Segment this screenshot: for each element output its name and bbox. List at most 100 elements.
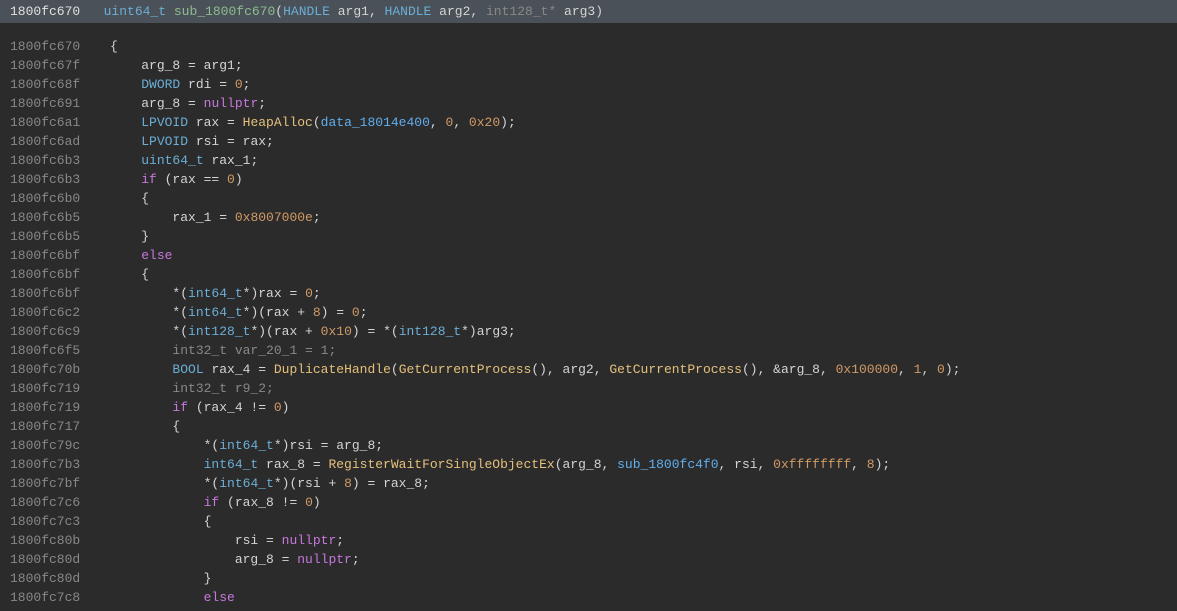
- token-var: rsi =: [235, 533, 282, 548]
- line-code: {: [100, 189, 149, 208]
- token-keyword: nullptr: [282, 533, 337, 548]
- token-var: ;: [360, 305, 368, 320]
- token-var: rax =: [188, 115, 243, 130]
- token-var: ): [282, 400, 290, 415]
- code-line[interactable]: 1800fc7b3 int64_t rax_8 = RegisterWaitFo…: [0, 455, 1177, 474]
- token-call: DuplicateHandle: [274, 362, 391, 377]
- param1-name: arg1: [338, 2, 369, 21]
- code-line[interactable]: 1800fc6f5 int32_t var_20_1 = 1;: [0, 341, 1177, 360]
- line-address: 1800fc80b: [0, 531, 100, 550]
- line-code: {: [100, 512, 211, 531]
- code-line[interactable]: 1800fc67f arg_8 = arg1;: [0, 56, 1177, 75]
- token-number: 0: [937, 362, 945, 377]
- line-address: 1800fc6a1: [0, 113, 100, 132]
- code-line[interactable]: 1800fc717 {: [0, 417, 1177, 436]
- code-line[interactable]: 1800fc80b rsi = nullptr;: [0, 531, 1177, 550]
- code-line[interactable]: 1800fc6bf *(int64_t*)rax = 0;: [0, 284, 1177, 303]
- token-var: (rax ==: [157, 172, 227, 187]
- line-address: 1800fc7bf: [0, 474, 100, 493]
- token-var: *(: [172, 286, 188, 301]
- code-line[interactable]: 1800fc6bf else: [0, 246, 1177, 265]
- line-code: }: [100, 227, 149, 246]
- param2-name: arg2: [439, 2, 470, 21]
- code-line[interactable]: 1800fc719 if (rax_4 != 0): [0, 398, 1177, 417]
- param3-name: arg3: [564, 2, 595, 21]
- code-line[interactable]: 1800fc70b BOOL rax_4 = DuplicateHandle(G…: [0, 360, 1177, 379]
- code-line[interactable]: 1800fc6c2 *(int64_t*)(rax + 8) = 0;: [0, 303, 1177, 322]
- code-line[interactable]: 1800fc719 int32_t r9_2;: [0, 379, 1177, 398]
- line-code: {: [100, 417, 180, 436]
- param3-type: int128_t: [486, 2, 548, 21]
- code-line[interactable]: 1800fc6c9 *(int128_t*)(rax + 0x10) = *(i…: [0, 322, 1177, 341]
- code-line[interactable]: 1800fc6b0 {: [0, 189, 1177, 208]
- code-line[interactable]: 1800fc7c8 else: [0, 588, 1177, 607]
- token-var: ): [313, 495, 321, 510]
- token-var: ,: [851, 457, 867, 472]
- token-var: ,: [453, 115, 469, 130]
- token-var: (rax_4 !=: [188, 400, 274, 415]
- line-code: rsi = nullptr;: [100, 531, 344, 550]
- line-code: int32_t var_20_1 = 1;: [100, 341, 336, 360]
- code-line[interactable]: 1800fc6ad LPVOID rsi = rax;: [0, 132, 1177, 151]
- code-line[interactable]: 1800fc7c3 {: [0, 512, 1177, 531]
- line-address: 1800fc80d: [0, 569, 100, 588]
- token-var: ;: [336, 533, 344, 548]
- token-var: (: [313, 115, 321, 130]
- code-line[interactable]: 1800fc68f DWORD rdi = 0;: [0, 75, 1177, 94]
- token-brace: {: [110, 39, 118, 54]
- token-var: (), arg2,: [531, 362, 609, 377]
- token-number: 0: [227, 172, 235, 187]
- token-var: *(: [204, 476, 220, 491]
- line-code: *(int128_t*)(rax + 0x10) = *(int128_t*)a…: [100, 322, 516, 341]
- token-var: arg_8 =: [141, 96, 203, 111]
- function-name[interactable]: sub_1800fc670: [174, 2, 275, 21]
- token-var: ): [235, 172, 243, 187]
- code-line[interactable]: 1800fc6b5 rax_1 = 0x8007000e;: [0, 208, 1177, 227]
- token-number: 0: [305, 495, 313, 510]
- token-var: (rax_8 !=: [219, 495, 305, 510]
- line-code: if (rax_4 != 0): [100, 398, 289, 417]
- token-var: ) = *(: [352, 324, 399, 339]
- code-line[interactable]: 1800fc691 arg_8 = nullptr;: [0, 94, 1177, 113]
- code-line[interactable]: 1800fc80d }: [0, 569, 1177, 588]
- code-line[interactable]: 1800fc7c6 if (rax_8 != 0): [0, 493, 1177, 512]
- code-line[interactable]: 1800fc6b3 uint64_t rax_1;: [0, 151, 1177, 170]
- token-var: , rsi,: [719, 457, 774, 472]
- line-address: 1800fc7c6: [0, 493, 100, 512]
- token-number: 0x10: [321, 324, 352, 339]
- code-line[interactable]: 1800fc79c *(int64_t*)rsi = arg_8;: [0, 436, 1177, 455]
- line-address: 1800fc6b3: [0, 170, 100, 189]
- line-address: 1800fc6c2: [0, 303, 100, 322]
- token-type: int64_t: [219, 476, 274, 491]
- line-code: {: [100, 265, 149, 284]
- token-type: int64_t: [188, 305, 243, 320]
- token-type: int64_t: [219, 438, 274, 453]
- token-var: rax_8 =: [258, 457, 328, 472]
- token-call: HeapAlloc: [243, 115, 313, 130]
- code-line[interactable]: 1800fc80d arg_8 = nullptr;: [0, 550, 1177, 569]
- token-number: 0: [274, 400, 282, 415]
- param1-type: HANDLE: [283, 2, 330, 21]
- line-address: 1800fc719: [0, 398, 100, 417]
- line-code: *(int64_t*)rax = 0;: [100, 284, 321, 303]
- line-code: LPVOID rsi = rax;: [100, 132, 274, 151]
- token-var: *)(rax +: [250, 324, 320, 339]
- code-line[interactable]: 1800fc6b3 if (rax == 0): [0, 170, 1177, 189]
- line-code: uint64_t rax_1;: [100, 151, 258, 170]
- decompiled-code-view[interactable]: 1800fc670{1800fc67f arg_8 = arg1;1800fc6…: [0, 23, 1177, 607]
- code-line[interactable]: 1800fc6a1 LPVOID rax = HeapAlloc(data_18…: [0, 113, 1177, 132]
- token-brace: }: [141, 229, 149, 244]
- token-var: (arg_8,: [555, 457, 617, 472]
- code-line[interactable]: 1800fc7bf *(int64_t*)(rsi + 8) = rax_8;: [0, 474, 1177, 493]
- token-number: 0x8007000e: [235, 210, 313, 225]
- token-keyword: nullptr: [297, 552, 352, 567]
- code-line[interactable]: 1800fc670{: [0, 37, 1177, 56]
- line-address: 1800fc80d: [0, 550, 100, 569]
- code-line[interactable]: 1800fc6bf {: [0, 265, 1177, 284]
- token-number: 8: [344, 476, 352, 491]
- line-code: if (rax == 0): [100, 170, 243, 189]
- token-number: 8: [313, 305, 321, 320]
- header-address: 1800fc670: [10, 2, 80, 21]
- code-line[interactable]: 1800fc6b5 }: [0, 227, 1177, 246]
- token-type: BOOL: [172, 362, 203, 377]
